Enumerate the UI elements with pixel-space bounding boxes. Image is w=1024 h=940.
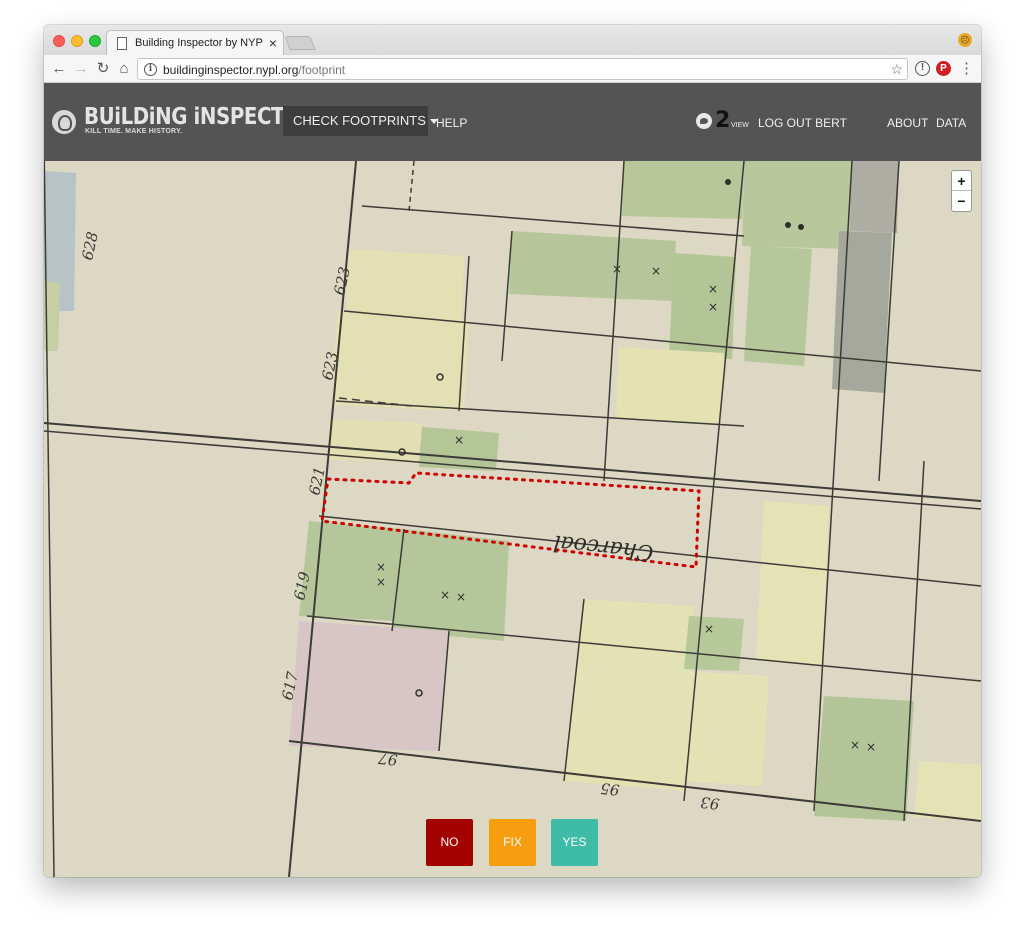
check-footprints-menu[interactable]: CHECK FOOTPRINTS xyxy=(283,106,438,136)
window-close-button[interactable] xyxy=(53,35,65,47)
tab-strip: Building Inspector by NYPL La × ☹ xyxy=(44,25,981,56)
browser-menu-icon[interactable]: ⋮ xyxy=(959,59,974,77)
tab-close-icon[interactable]: × xyxy=(269,34,277,52)
yes-button[interactable]: YES xyxy=(551,819,598,866)
map-lot-green xyxy=(744,246,812,366)
url-domain: buildinginspector.nypl.org xyxy=(163,63,299,77)
svg-text:×: × xyxy=(440,588,450,602)
map-view[interactable]: × × × × × × × × × × × × 628 623 623 621 619 617… xyxy=(44,161,981,877)
reload-icon[interactable]: ↻ xyxy=(93,59,113,79)
map-lot-green xyxy=(814,696,914,821)
url-path: /footprint xyxy=(298,63,346,77)
map-lot-yellow xyxy=(616,347,724,423)
no-button[interactable]: NO xyxy=(426,819,473,866)
window-minimize-button[interactable] xyxy=(71,35,83,47)
svg-text:×: × xyxy=(866,740,876,754)
bookmark-star-icon[interactable]: ☆ xyxy=(890,61,903,78)
twitter-icon[interactable] xyxy=(696,113,712,129)
map-lot-yellow xyxy=(756,501,829,666)
home-icon[interactable]: ⌂ xyxy=(114,59,134,79)
browser-toolbar: ← → ↻ ⌂ i buildinginspector.nypl.org/foo… xyxy=(44,55,981,83)
svg-text:×: × xyxy=(708,300,718,314)
new-tab-button[interactable] xyxy=(284,36,316,50)
map-lot-green xyxy=(622,161,744,219)
svg-text:×: × xyxy=(708,282,718,296)
svg-text:×: × xyxy=(376,575,386,589)
map-lot-yellow xyxy=(332,311,469,411)
logo-icon[interactable] xyxy=(52,110,76,134)
zoom-in-button[interactable]: + xyxy=(952,171,971,191)
map-lot-yellow xyxy=(676,671,769,786)
profile-icon[interactable]: ☹ xyxy=(958,33,972,47)
zoom-out-button[interactable]: − xyxy=(952,191,971,211)
app-header: BUiLDiNG iNSPECTOR KILL TIME. MAKE HISTO… xyxy=(44,83,981,161)
svg-text:×: × xyxy=(612,262,622,276)
site-info-icon[interactable]: i xyxy=(144,63,157,76)
tab-title: Building Inspector by NYPL La xyxy=(135,37,263,49)
address-bar[interactable]: i buildinginspector.nypl.org/footprint ☆ xyxy=(137,58,908,80)
svg-text:×: × xyxy=(704,622,714,636)
svg-text:×: × xyxy=(850,738,860,752)
url-text: buildinginspector.nypl.org/footprint xyxy=(163,63,345,77)
svg-text:×: × xyxy=(376,560,386,574)
map-lot-yellow xyxy=(346,249,464,321)
forward-arrow-icon[interactable]: → xyxy=(71,59,91,79)
score-label: VIEW xyxy=(731,122,749,129)
data-link[interactable]: DATA xyxy=(936,116,966,130)
zoom-control: + − xyxy=(951,170,972,212)
fix-button[interactable]: FIX xyxy=(489,819,536,866)
check-footprints-label: CHECK FOOTPRINTS xyxy=(293,113,426,128)
score-count: 2 xyxy=(715,108,731,133)
svg-text:×: × xyxy=(651,264,661,278)
lot-label: 93 xyxy=(700,793,721,813)
window-maximize-button[interactable] xyxy=(89,35,101,47)
logout-link[interactable]: LOG OUT BERT xyxy=(758,116,847,130)
pinterest-icon[interactable]: P xyxy=(936,61,951,76)
lot-label: 97 xyxy=(377,749,398,769)
map-lot-green xyxy=(392,529,509,641)
svg-text:×: × xyxy=(456,590,466,604)
logo-tagline: KILL TIME. MAKE HISTORY. xyxy=(85,128,183,135)
lot-label: 95 xyxy=(600,779,621,799)
page-icon xyxy=(117,37,127,50)
svg-text:×: × xyxy=(454,433,464,447)
map-lot-yellow xyxy=(564,599,694,791)
historic-map: × × ×× ××× × ×× × × 628 623 623 621 619 617… xyxy=(44,161,981,877)
tab-building-inspector[interactable]: Building Inspector by NYPL La × xyxy=(106,30,284,56)
logo-title[interactable]: BUiLDiNG iNSPECTOR xyxy=(84,104,316,130)
map-lot-pink xyxy=(289,621,449,751)
map-lot-green xyxy=(742,161,852,249)
extension-info-icon[interactable]: ! xyxy=(915,61,930,76)
browser-window: Building Inspector by NYPL La × ☹ ← → ↻ … xyxy=(44,25,981,877)
map-lot-gray xyxy=(832,231,892,393)
map-lot-gray xyxy=(850,161,899,233)
about-link[interactable]: ABOUT xyxy=(887,116,928,130)
back-arrow-icon[interactable]: ← xyxy=(49,59,69,79)
map-lot-yellow xyxy=(914,761,981,821)
help-link[interactable]: HELP xyxy=(436,116,467,130)
